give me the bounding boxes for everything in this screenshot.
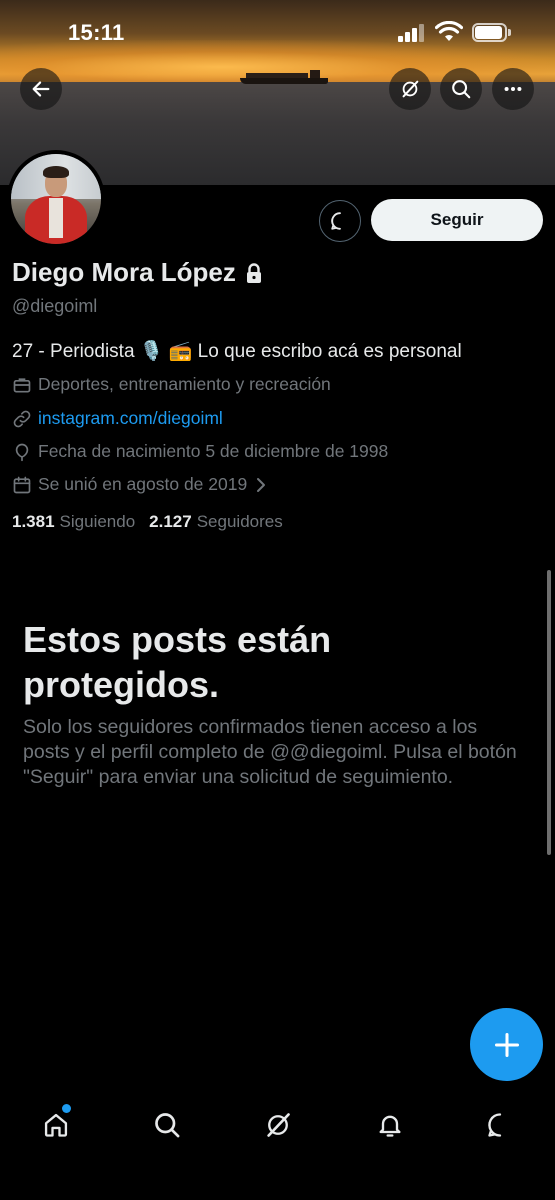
avatar-image: [11, 154, 101, 244]
profile-birthdate: Fecha de nacimiento 5 de diciembre de 19…: [12, 441, 388, 462]
status-time: 15:11: [68, 20, 125, 45]
protected-title: Estos posts están protegidos.: [23, 619, 332, 705]
bell-icon: [379, 1115, 401, 1137]
home-icon: [44, 1113, 68, 1137]
compose-button[interactable]: [470, 1008, 543, 1081]
follow-button[interactable]: Seguir: [371, 199, 543, 241]
following-count[interactable]: 1.381 Siguiendo: [12, 512, 135, 532]
category-label: Deportes, entrenamiento y recreación: [38, 374, 331, 394]
search-button[interactable]: [440, 68, 482, 110]
birthdate-label: Fecha de nacimiento 5 de diciembre de 19…: [38, 441, 389, 461]
message-button[interactable]: [319, 200, 361, 242]
lock-icon: [246, 262, 261, 283]
calendar-icon: [13, 476, 31, 493]
profile-bio: 27 - Periodista 🎙️ 📻 Lo que escribo acá …: [12, 341, 462, 362]
profile-handle: @diegoiml: [12, 296, 98, 316]
wifi-icon: [435, 21, 463, 41]
profile-name-row: Diego Mora López: [12, 257, 264, 288]
followers-label: Seguidores: [196, 512, 283, 531]
tab-home[interactable]: [31, 1105, 81, 1145]
tab-grok[interactable]: [253, 1105, 303, 1145]
more-options-button[interactable]: [492, 68, 534, 110]
status-bar: 15:11: [0, 0, 555, 66]
banner-ship: [240, 70, 328, 84]
back-button[interactable]: [20, 68, 62, 110]
profile-joined[interactable]: Se unió en agosto de 2019: [12, 474, 273, 495]
protected-message: Solo los seguidores confirmados tienen a…: [23, 716, 517, 788]
following-label: Siguiendo: [59, 512, 136, 531]
profile-category: Deportes, entrenamiento y recreación: [12, 374, 331, 395]
plus-icon: [494, 1032, 519, 1057]
tab-search[interactable]: [142, 1105, 192, 1145]
briefcase-icon: [13, 377, 31, 392]
link-icon: [13, 410, 31, 427]
arrow-left-icon: [32, 81, 50, 97]
message-icon: [488, 1113, 502, 1137]
avatar[interactable]: [7, 150, 105, 248]
bottom-tab-bar: [0, 1090, 555, 1200]
profile-website: instagram.com/diegoiml: [12, 408, 223, 429]
home-notification-dot: [62, 1104, 71, 1113]
scrollbar[interactable]: [547, 570, 551, 855]
search-icon: [452, 80, 471, 99]
tab-notifications[interactable]: [365, 1105, 415, 1145]
more-icon: [504, 86, 522, 92]
chevron-right-icon: [257, 477, 266, 492]
search-icon: [155, 1113, 180, 1138]
profile-name: Diego Mora López: [12, 257, 236, 287]
website-link[interactable]: instagram.com/diegoiml: [38, 408, 223, 429]
grok-button[interactable]: [389, 68, 431, 110]
battery-icon: [472, 23, 512, 42]
followers-number: 2.127: [149, 512, 192, 531]
cellular-signal-icon: [398, 24, 428, 42]
follow-counts: 1.381 Siguiendo 2.127 Seguidores: [12, 512, 297, 532]
joined-label: Se unió en agosto de 2019: [38, 474, 248, 494]
following-number: 1.381: [12, 512, 55, 531]
tab-messages[interactable]: [475, 1105, 525, 1145]
message-icon: [331, 212, 341, 230]
grok-icon: [402, 80, 419, 98]
balloon-icon: [15, 443, 29, 461]
followers-count[interactable]: 2.127 Seguidores: [149, 512, 283, 532]
grok-icon: [267, 1113, 290, 1137]
